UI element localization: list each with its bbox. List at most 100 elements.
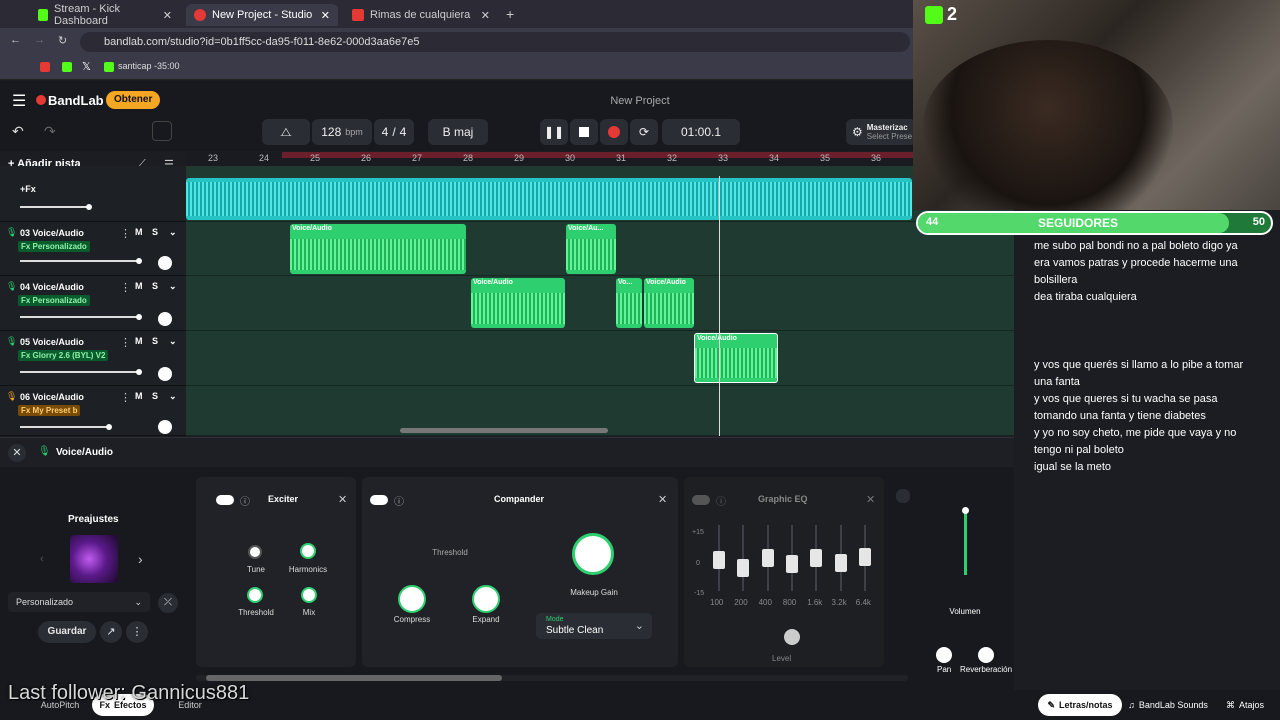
eq-band-slider[interactable] xyxy=(858,525,871,591)
volume-slider[interactable] xyxy=(20,314,142,320)
track-name[interactable]: 04 Voice/Audio xyxy=(20,282,84,292)
undo-icon[interactable]: ↶ xyxy=(12,123,24,140)
threshold-knob[interactable] xyxy=(247,587,263,603)
chevron-down-icon[interactable]: ⌄ xyxy=(169,227,177,238)
track-header[interactable]: 🎙 03 Voice/Audio Fx Personalizado ⋮ M S … xyxy=(0,222,186,276)
track-name[interactable]: 05 Voice/Audio xyxy=(20,337,84,347)
reload-icon[interactable]: ↻ xyxy=(58,34,67,47)
bandlab-sounds-button[interactable]: ♫ BandLab Sounds xyxy=(1126,694,1210,716)
horizontal-scrollbar[interactable] xyxy=(400,428,608,433)
time-display[interactable]: 01:00.1 xyxy=(662,119,740,145)
mode-select[interactable]: Mode Subtle Clean ⌄ xyxy=(536,613,652,639)
eq-band-handle[interactable] xyxy=(785,554,798,573)
metronome-button[interactable]: ⧍ xyxy=(262,119,310,145)
solo-button[interactable]: S xyxy=(152,227,158,237)
track-header[interactable]: 🎙 05 Voice/Audio Fx Glorry 2.6 (BYL) V2 … xyxy=(0,331,186,386)
track-lane[interactable] xyxy=(186,166,1014,222)
stop-button[interactable] xyxy=(570,119,598,145)
level-knob[interactable] xyxy=(784,629,800,645)
eq-band-handle[interactable] xyxy=(834,553,847,572)
bookmark-label[interactable]: santicap -35:00 xyxy=(118,61,180,71)
track-name[interactable]: 03 Voice/Audio xyxy=(20,228,84,238)
eq-band-handle[interactable] xyxy=(858,548,871,567)
compress-knob[interactable] xyxy=(398,585,426,613)
slider-knob[interactable] xyxy=(136,369,142,375)
tab-rimas[interactable]: Rimas de cualquiera ✕ xyxy=(344,4,498,26)
mute-button[interactable]: M xyxy=(135,391,143,401)
track-lane[interactable]: Voice/Audio Vo... Voice/Audio xyxy=(186,276,1014,331)
upgrade-button[interactable]: Obtener xyxy=(106,91,161,109)
fx-add[interactable]: +Fx xyxy=(20,184,36,194)
harmonics-knob[interactable] xyxy=(300,543,316,559)
volume-slider[interactable] xyxy=(20,424,112,430)
slider-knob[interactable] xyxy=(136,258,142,264)
time-signature[interactable]: 4 / 4 xyxy=(374,119,414,145)
track-name[interactable]: 06 Voice/Audio xyxy=(20,392,84,402)
audio-clip[interactable] xyxy=(186,178,912,220)
key-selector[interactable]: B maj xyxy=(428,119,488,145)
mix-knob[interactable] xyxy=(301,587,317,603)
fx-tag[interactable]: Fx Personalizado xyxy=(18,241,90,252)
more-icon[interactable]: ⋮ xyxy=(120,281,131,294)
pan-knob[interactable] xyxy=(158,312,172,326)
close-icon[interactable]: ✕ xyxy=(481,9,490,22)
close-icon[interactable]: ✕ xyxy=(658,493,667,506)
chevron-right-icon[interactable]: › xyxy=(138,551,143,567)
solo-button[interactable]: S xyxy=(152,391,158,401)
tempo-display[interactable]: 128 bpm xyxy=(312,119,372,145)
close-icon[interactable]: ✕ xyxy=(8,444,26,462)
eq-band-slider[interactable] xyxy=(761,525,774,591)
tune-knob[interactable] xyxy=(248,545,262,559)
volume-slider[interactable] xyxy=(20,204,92,210)
more-icon[interactable]: ⋮ xyxy=(120,391,131,404)
close-icon[interactable]: ✕ xyxy=(163,9,172,22)
slider-knob[interactable] xyxy=(136,314,142,320)
expand-knob[interactable] xyxy=(472,585,500,613)
more-icon[interactable]: ⋮ xyxy=(120,227,131,240)
audio-clip[interactable]: Voice/Audio xyxy=(471,278,565,328)
mute-button[interactable]: M xyxy=(135,227,143,237)
info-icon[interactable]: ⓘ xyxy=(240,493,250,508)
audio-clip[interactable]: Voice/Au... xyxy=(566,224,616,274)
more-icon[interactable]: ⋮ xyxy=(126,621,148,643)
back-icon[interactable]: ← xyxy=(10,34,21,46)
power-toggle[interactable] xyxy=(216,495,234,505)
audio-clip[interactable]: Voice/Audio xyxy=(290,224,466,274)
chevron-down-icon[interactable]: ⌄ xyxy=(169,391,177,402)
kick-icon[interactable] xyxy=(62,62,72,72)
eq-band-slider[interactable] xyxy=(834,525,847,591)
more-icon[interactable]: ⋮ xyxy=(120,336,131,349)
eq-band-handle[interactable] xyxy=(761,549,774,567)
save-button[interactable]: Guardar xyxy=(38,621,96,643)
timeline-ruler[interactable]: 23 24 25 26 27 28 29 30 31 32 33 34 35 36 xyxy=(186,152,916,166)
app-logo[interactable]: BandLab xyxy=(48,93,104,108)
playhead[interactable] xyxy=(719,176,720,436)
mute-button[interactable]: M xyxy=(135,281,143,291)
kick-icon[interactable] xyxy=(104,62,114,72)
panel-scrollbar-thumb[interactable] xyxy=(206,675,502,681)
eq-band-slider[interactable] xyxy=(810,525,823,591)
info-icon[interactable]: ⓘ xyxy=(394,493,404,508)
loop-button[interactable]: ⟳ xyxy=(630,119,658,145)
track-lane[interactable]: Voice/Audio Voice/Au... xyxy=(186,222,1014,276)
redo-icon[interactable]: ↷ xyxy=(44,123,56,140)
mastering-button[interactable]: ⚙ Masterizac Select Prese xyxy=(846,119,916,145)
slider-knob[interactable] xyxy=(106,424,112,430)
youtube-icon[interactable] xyxy=(40,62,50,72)
track-header[interactable]: 🎙 04 Voice/Audio Fx Personalizado ⋮ M S … xyxy=(0,276,186,331)
record-button[interactable] xyxy=(600,119,628,145)
reset-icon[interactable]: ⤫ xyxy=(158,593,178,613)
mute-button[interactable]: M xyxy=(135,336,143,346)
track-lane[interactable]: Voice/Audio xyxy=(186,331,1014,386)
eq-band-slider[interactable] xyxy=(785,525,798,591)
url-input[interactable]: bandlab.com/studio?id=0b1ff5cc-da95-f011… xyxy=(80,32,910,52)
chevron-down-icon[interactable]: ⌄ xyxy=(169,336,177,347)
info-icon[interactable]: ⓘ xyxy=(716,493,726,508)
close-icon[interactable]: ✕ xyxy=(338,493,347,506)
loop-region-icon[interactable] xyxy=(152,121,172,141)
chevron-left-icon[interactable]: ‹ xyxy=(40,553,44,565)
menu-icon[interactable]: ☰ xyxy=(12,91,26,111)
pan-knob[interactable] xyxy=(158,420,172,434)
reverb-knob[interactable] xyxy=(978,647,994,663)
fx-tag[interactable]: Fx My Preset b xyxy=(18,405,81,416)
